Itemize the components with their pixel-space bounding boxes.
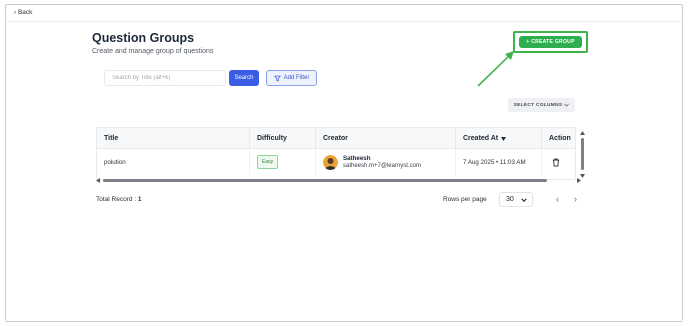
horizontal-scrollbar[interactable] (96, 177, 581, 183)
annotation-arrow-icon (477, 51, 514, 87)
back-link[interactable]: ‹ Back (14, 9, 32, 16)
rows-per-page-value: 30 (506, 196, 514, 203)
cell-action (541, 149, 575, 175)
chevron-down-icon (521, 197, 527, 202)
vertical-scroll-thumb[interactable] (581, 138, 584, 170)
question-groups-table: Title Difficulty Creator Created At Acti… (96, 127, 576, 180)
cell-created-at: 7 Aug 2025 • 11:03 AM (455, 149, 541, 175)
page-title: Question Groups (92, 31, 195, 45)
scroll-up-icon[interactable] (580, 131, 585, 135)
avatar (323, 154, 338, 170)
search-button[interactable]: Search (229, 70, 259, 86)
page-subtitle: Create and manage group of questions (92, 48, 214, 55)
rows-per-page-label: Rows per page (443, 196, 487, 203)
add-filter-label: Add Filter (283, 75, 310, 81)
creator-name: Satheesh (343, 155, 371, 162)
cell-creator: Satheesh satheesh.m+7@learnyst.com (315, 149, 455, 175)
cell-difficulty: Easy (249, 149, 315, 175)
scroll-down-icon[interactable] (580, 174, 585, 178)
trash-icon[interactable] (552, 157, 560, 167)
table-header: Title Difficulty Creator Created At Acti… (97, 128, 575, 149)
rows-per-page-select[interactable]: 30 (499, 192, 533, 207)
sort-desc-icon (501, 136, 507, 141)
horizontal-scroll-thumb[interactable] (103, 179, 547, 182)
create-group-button[interactable]: + CREATE GROUP (519, 36, 582, 48)
total-record-label: Total Record : (96, 196, 138, 203)
top-bar: ‹ Back (6, 5, 682, 22)
table-row[interactable]: polution Easy Satheesh satheesh.m+7@lear… (97, 149, 575, 175)
add-filter-button[interactable]: Add Filter (266, 70, 317, 86)
funnel-icon (273, 75, 281, 82)
prev-page-button[interactable]: ‹ (556, 195, 559, 204)
chevron-down-icon (564, 103, 570, 107)
creator-email: satheesh.m+7@learnyst.com (343, 163, 421, 169)
column-header-created-at[interactable]: Created At (455, 128, 541, 149)
column-header-creator[interactable]: Creator (315, 128, 455, 149)
scroll-left-icon[interactable] (96, 178, 100, 183)
select-columns-label: SELECT COLUMNS (513, 102, 563, 108)
column-header-created-at-label: Created At (463, 135, 499, 142)
cell-title: polution (104, 158, 126, 166)
vertical-scrollbar[interactable] (580, 131, 586, 179)
total-record: Total Record : 1 (96, 196, 142, 203)
column-header-action: Action (541, 128, 575, 149)
difficulty-badge: Easy (257, 155, 279, 169)
total-record-value: 1 (137, 196, 142, 203)
select-columns-button[interactable]: SELECT COLUMNS (508, 98, 575, 112)
create-group-label: + CREATE GROUP (526, 39, 575, 45)
column-header-title[interactable]: Title (97, 128, 249, 149)
column-header-difficulty[interactable]: Difficulty (249, 128, 315, 149)
next-page-button[interactable]: › (574, 195, 577, 204)
search-input[interactable] (104, 70, 226, 86)
